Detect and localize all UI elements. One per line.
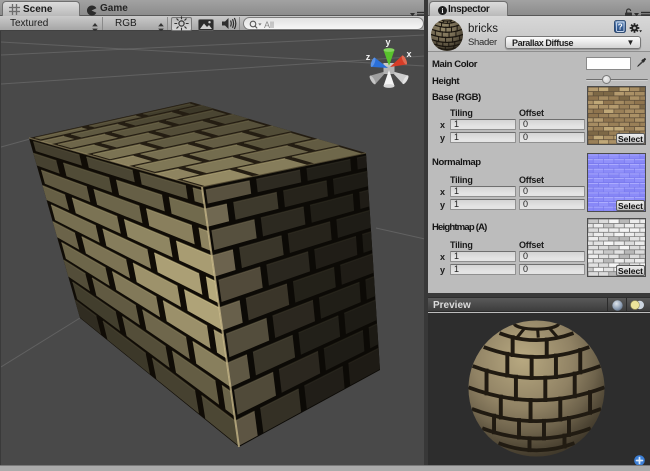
- svg-text:x: x: [406, 49, 411, 59]
- svg-text:?: ?: [618, 23, 623, 32]
- svg-text:z: z: [366, 52, 371, 62]
- svg-text:y: y: [385, 37, 390, 47]
- svg-text:i: i: [442, 7, 444, 15]
